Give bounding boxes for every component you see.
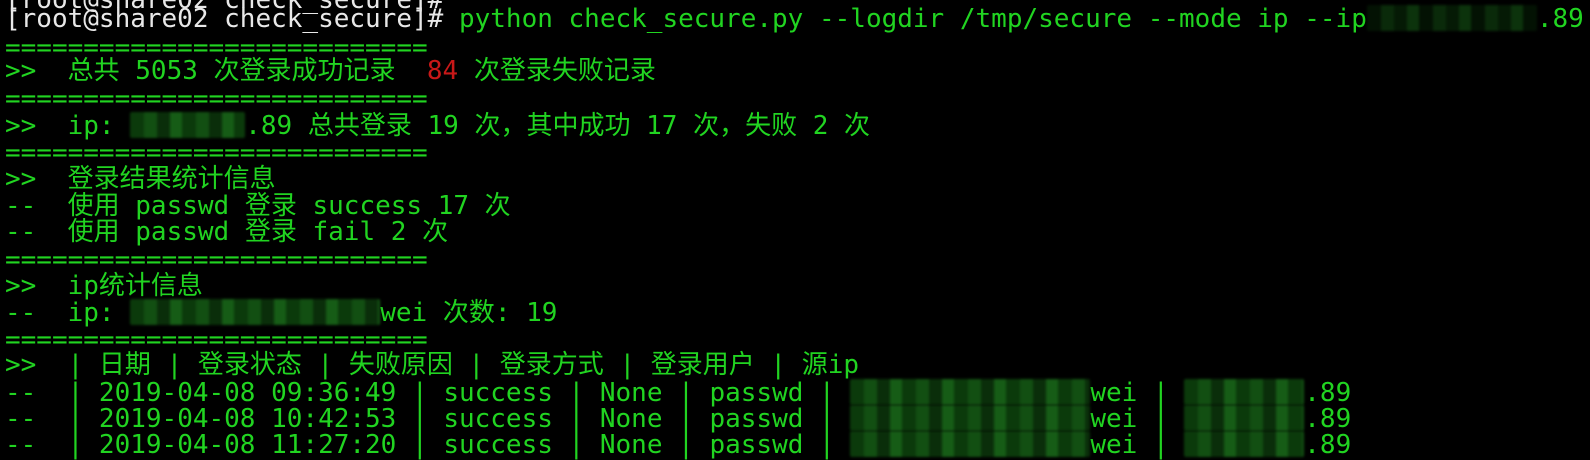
redacted-ip-mask (1366, 5, 1537, 31)
redacted-ip-mask (130, 112, 246, 138)
redacted-user-mask (850, 379, 1091, 405)
separator: =========================== (5, 138, 428, 168)
success-count: 5053 (135, 56, 198, 86)
ip-stats-suffix: wei 次数: 19 (380, 298, 558, 328)
ip-stats-prefix: -- ip: (5, 298, 131, 328)
row-method: passwd (709, 430, 804, 460)
table-row: -- | 2019-04-08 09:36:49 | success | Non… (5, 378, 1352, 408)
summary-middle: 次登录成功记录 (197, 56, 427, 86)
ip-summary-prefix: >> ip: (5, 111, 131, 141)
redacted-ip-mask (1184, 405, 1305, 431)
separator: =========================== (5, 245, 428, 275)
ip-summary-text: 总共登录 19 次，其中成功 17 次，失败 2 次 (292, 111, 871, 141)
row-ip-suffix: .89 (1304, 430, 1352, 460)
fail-count: 84 (426, 56, 459, 86)
ip-summary-line: >> ip: .89 总共登录 19 次，其中成功 17 次，失败 2 次 (5, 111, 871, 141)
row-prefix: -- | (5, 430, 99, 460)
result-stats-header: >> 登录结果统计信息 (5, 164, 276, 194)
ip-summary-suffix: .89 (245, 111, 293, 141)
summary-line: >> 总共 5053 次登录成功记录 84 次登录失败记录 (5, 58, 656, 85)
row-reason: None (599, 430, 663, 460)
summary-prefix: >> 总共 (5, 56, 136, 86)
result-stats-line: -- 使用 passwd 登录 success 17 次 (5, 191, 511, 221)
table-row: -- | 2019-04-08 10:42:53 | success | Non… (5, 404, 1352, 434)
command-text: python check_secure.py --logdir /tmp/sec… (458, 4, 1367, 34)
summary-suffix: 次登录失败记录 (458, 56, 656, 86)
separator: =========================== (5, 84, 428, 114)
redacted-user-mask (850, 405, 1091, 431)
command-ip-suffix: .89 (1536, 4, 1584, 34)
command-line: [root@share02 check_secure]# python chec… (5, 4, 1584, 34)
row-date: 2019-04-08 11:27:20 (98, 430, 397, 460)
result-stats-line: -- 使用 passwd 登录 fail 2 次 (5, 217, 449, 247)
redacted-user-mask (130, 299, 381, 325)
table-row: -- | 2019-04-08 11:27:20 | success | Non… (5, 430, 1352, 460)
redacted-user-mask (850, 431, 1091, 457)
row-user-suffix: wei (1090, 430, 1138, 460)
row-status: success (443, 430, 553, 460)
table-header: >> | 日期 | 登录状态 | 失败原因 | 登录方式 | 登录用户 | 源i… (5, 350, 860, 380)
redacted-ip-mask (1184, 379, 1305, 405)
shell-prompt: [root@share02 check_secure]# (5, 4, 459, 34)
ip-stats-line: -- ip: wei 次数: 19 (5, 298, 558, 328)
ip-stats-header: >> ip统计信息 (5, 271, 203, 301)
redacted-ip-mask (1184, 431, 1305, 457)
terminal-window[interactable]: [root@share02 check_secure]# [root@share… (0, 0, 1590, 460)
